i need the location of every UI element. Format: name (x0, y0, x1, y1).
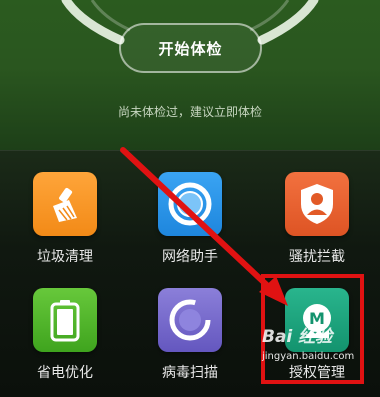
tool-label: 省电优化 (37, 365, 93, 381)
watermark-text: Bai 经验 (262, 327, 333, 347)
start-checkup-button[interactable]: 开始体检 (119, 23, 262, 73)
tool-power-saving[interactable]: 省电优化 (15, 288, 115, 382)
tool-label: 病毒扫描 (162, 365, 218, 381)
broom-icon (33, 172, 97, 236)
tool-label: 垃圾清理 (37, 249, 93, 265)
tool-virus-scan[interactable]: 病毒扫描 (140, 288, 240, 382)
security-header: 开始体检 尚未体检过，建议立即体检 (0, 0, 380, 150)
checkup-hint: 尚未体检过，建议立即体检 (117, 105, 262, 119)
tool-harassment-block[interactable]: 骚扰拦截 (267, 172, 367, 266)
tool-label: 网络助手 (162, 249, 218, 265)
tool-junk-cleanup[interactable]: 垃圾清理 (15, 172, 115, 266)
tool-network-assistant[interactable]: 网络助手 (140, 172, 240, 266)
scan-ring-icon (158, 288, 222, 352)
battery-icon (33, 288, 97, 352)
baidu-watermark: Bai 经验 jingyan.baidu.com (262, 322, 380, 382)
tool-label: 骚扰拦截 (289, 249, 345, 265)
divider (0, 150, 380, 151)
watermark-url: jingyan.baidu.com (262, 351, 355, 362)
shield-person-icon (285, 172, 349, 236)
network-ring-icon (158, 172, 222, 236)
